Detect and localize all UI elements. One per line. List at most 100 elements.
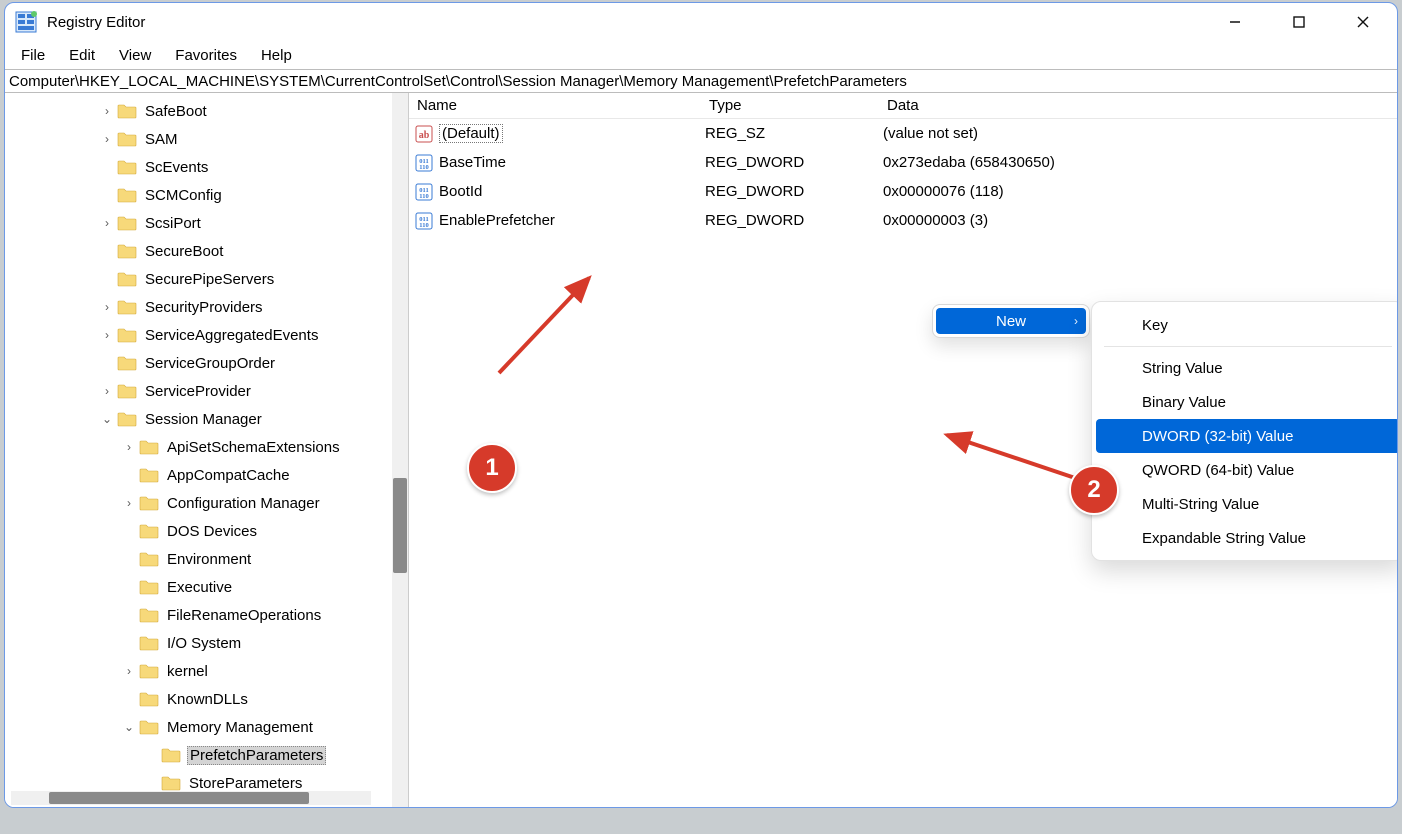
tree-item[interactable]: ›SecurityProviders (5, 293, 408, 321)
chevron-right-icon[interactable]: › (99, 328, 115, 342)
chevron-right-icon[interactable]: › (99, 300, 115, 314)
value-row[interactable]: 011110BootIdREG_DWORD0x00000076 (118) (409, 177, 1397, 206)
tree-item[interactable]: SCMConfig (5, 181, 408, 209)
menu-item-expandstring-value[interactable]: Expandable String Value (1096, 521, 1397, 555)
column-type[interactable]: Type (701, 97, 879, 114)
column-data[interactable]: Data (879, 97, 1397, 114)
tree-item[interactable]: SecureBoot (5, 237, 408, 265)
menu-help[interactable]: Help (251, 45, 302, 66)
value-data: 0x00000076 (118) (879, 183, 1397, 200)
folder-icon (139, 635, 159, 651)
tree-label: ServiceGroupOrder (143, 354, 277, 373)
menu-item-multistring-value[interactable]: Multi-String Value (1096, 487, 1397, 521)
tree-item[interactable]: ServiceGroupOrder (5, 349, 408, 377)
tree-item[interactable]: › SAM (5, 125, 408, 153)
tree-label: Environment (165, 550, 253, 569)
tree-label: KnownDLLs (165, 690, 250, 709)
tree-label: SecurePipeServers (143, 270, 276, 289)
chevron-right-icon[interactable]: › (121, 664, 137, 678)
tree-label: SecureBoot (143, 242, 225, 261)
folder-icon (117, 215, 137, 231)
folder-icon (161, 747, 181, 763)
chevron-down-icon[interactable]: ⌄ (121, 720, 137, 734)
tree-label: Configuration Manager (165, 494, 322, 513)
tree-item[interactable]: › Configuration Manager (5, 489, 408, 517)
folder-icon (161, 775, 181, 791)
menu-edit[interactable]: Edit (59, 45, 105, 66)
tree-vscrollbar[interactable] (392, 93, 408, 807)
tree-item[interactable]: Environment (5, 545, 408, 573)
chevron-right-icon[interactable]: › (99, 384, 115, 398)
menu-item-qword-value[interactable]: QWORD (64-bit) Value (1096, 453, 1397, 487)
annotation-badge-1: 1 (467, 443, 517, 493)
folder-icon (117, 327, 137, 343)
maximize-button[interactable] (1267, 5, 1331, 39)
value-data: (value not set) (879, 125, 1397, 142)
menu-favorites[interactable]: Favorites (165, 45, 247, 66)
tree-item[interactable]: KnownDLLs (5, 685, 408, 713)
folder-icon (117, 159, 137, 175)
address-bar[interactable]: Computer\HKEY_LOCAL_MACHINE\SYSTEM\Curre… (5, 69, 1397, 93)
menu-item-binary-value[interactable]: Binary Value (1096, 385, 1397, 419)
tree-item[interactable]: ›ScsiPort (5, 209, 408, 237)
menu-item-new[interactable]: New › (936, 308, 1086, 334)
tree-item[interactable]: ScEvents (5, 153, 408, 181)
tree-item[interactable]: PrefetchParameters (5, 741, 408, 769)
tree-label: DOS Devices (165, 522, 259, 541)
menu-item-dword-value[interactable]: DWORD (32-bit) Value (1096, 419, 1397, 453)
column-name[interactable]: Name (409, 97, 701, 114)
folder-icon (117, 131, 137, 147)
tree-item[interactable]: FileRenameOperations (5, 601, 408, 629)
tree-item[interactable]: ›kernel (5, 657, 408, 685)
svg-text:110: 110 (419, 222, 428, 229)
tree-label: SAM (143, 130, 180, 149)
tree-item[interactable]: Executive (5, 573, 408, 601)
chevron-down-icon[interactable]: ⌄ (99, 412, 115, 426)
chevron-right-icon[interactable]: › (121, 496, 137, 510)
value-row[interactable]: 011110EnablePrefetcherREG_DWORD0x0000000… (409, 206, 1397, 235)
registry-editor-window: Registry Editor File Edit View Favorites… (4, 2, 1398, 808)
chevron-right-icon[interactable]: › (121, 440, 137, 454)
tree-item[interactable]: ›ServiceProvider (5, 377, 408, 405)
titlebar: Registry Editor (5, 3, 1397, 41)
folder-icon (117, 243, 137, 259)
tree-item[interactable]: ›ServiceAggregatedEvents (5, 321, 408, 349)
tree-hscrollbar[interactable] (11, 791, 371, 805)
folder-icon (139, 523, 159, 539)
folder-icon (139, 551, 159, 567)
value-type: REG_DWORD (701, 154, 879, 171)
menu-view[interactable]: View (109, 45, 161, 66)
menu-item-string-value[interactable]: String Value (1096, 351, 1397, 385)
chevron-right-icon: › (1074, 314, 1078, 328)
tree-label: ApiSetSchemaExtensions (165, 438, 342, 457)
dword-value-icon: 011110 (415, 212, 433, 230)
tree-item[interactable]: ›SafeBoot (5, 97, 408, 125)
value-row[interactable]: ab(Default)REG_SZ(value not set) (409, 119, 1397, 148)
tree-item[interactable]: DOS Devices (5, 517, 408, 545)
tree-item[interactable]: ⌄Session Manager (5, 405, 408, 433)
tree-item[interactable]: AppCompatCache (5, 461, 408, 489)
menu-item-key[interactable]: Key (1096, 308, 1397, 342)
value-row[interactable]: 011110BaseTimeREG_DWORD0x273edaba (65843… (409, 148, 1397, 177)
menu-item-new-label: New (996, 313, 1026, 330)
value-type: REG_DWORD (701, 212, 879, 229)
tree-item[interactable]: › ApiSetSchemaExtensions (5, 433, 408, 461)
tree-label: Executive (165, 578, 234, 597)
tree-pane: ›SafeBoot›SAMScEventsSCMConfig›ScsiPortS… (5, 93, 409, 807)
folder-icon (139, 467, 159, 483)
chevron-right-icon[interactable]: › (99, 216, 115, 230)
regedit-icon (15, 11, 37, 33)
tree-item[interactable]: ⌄Memory Management (5, 713, 408, 741)
tree-item[interactable]: I/O System (5, 629, 408, 657)
values-pane: Name Type Data ab(Default)REG_SZ(value n… (409, 93, 1397, 807)
tree-item[interactable]: SecurePipeServers (5, 265, 408, 293)
close-button[interactable] (1331, 5, 1395, 39)
minimize-button[interactable] (1203, 5, 1267, 39)
folder-icon (117, 383, 137, 399)
chevron-right-icon[interactable]: › (99, 132, 115, 146)
dword-value-icon: 011110 (415, 154, 433, 172)
folder-icon (139, 691, 159, 707)
value-name: BootId (439, 183, 482, 200)
chevron-right-icon[interactable]: › (99, 104, 115, 118)
menu-file[interactable]: File (11, 45, 55, 66)
